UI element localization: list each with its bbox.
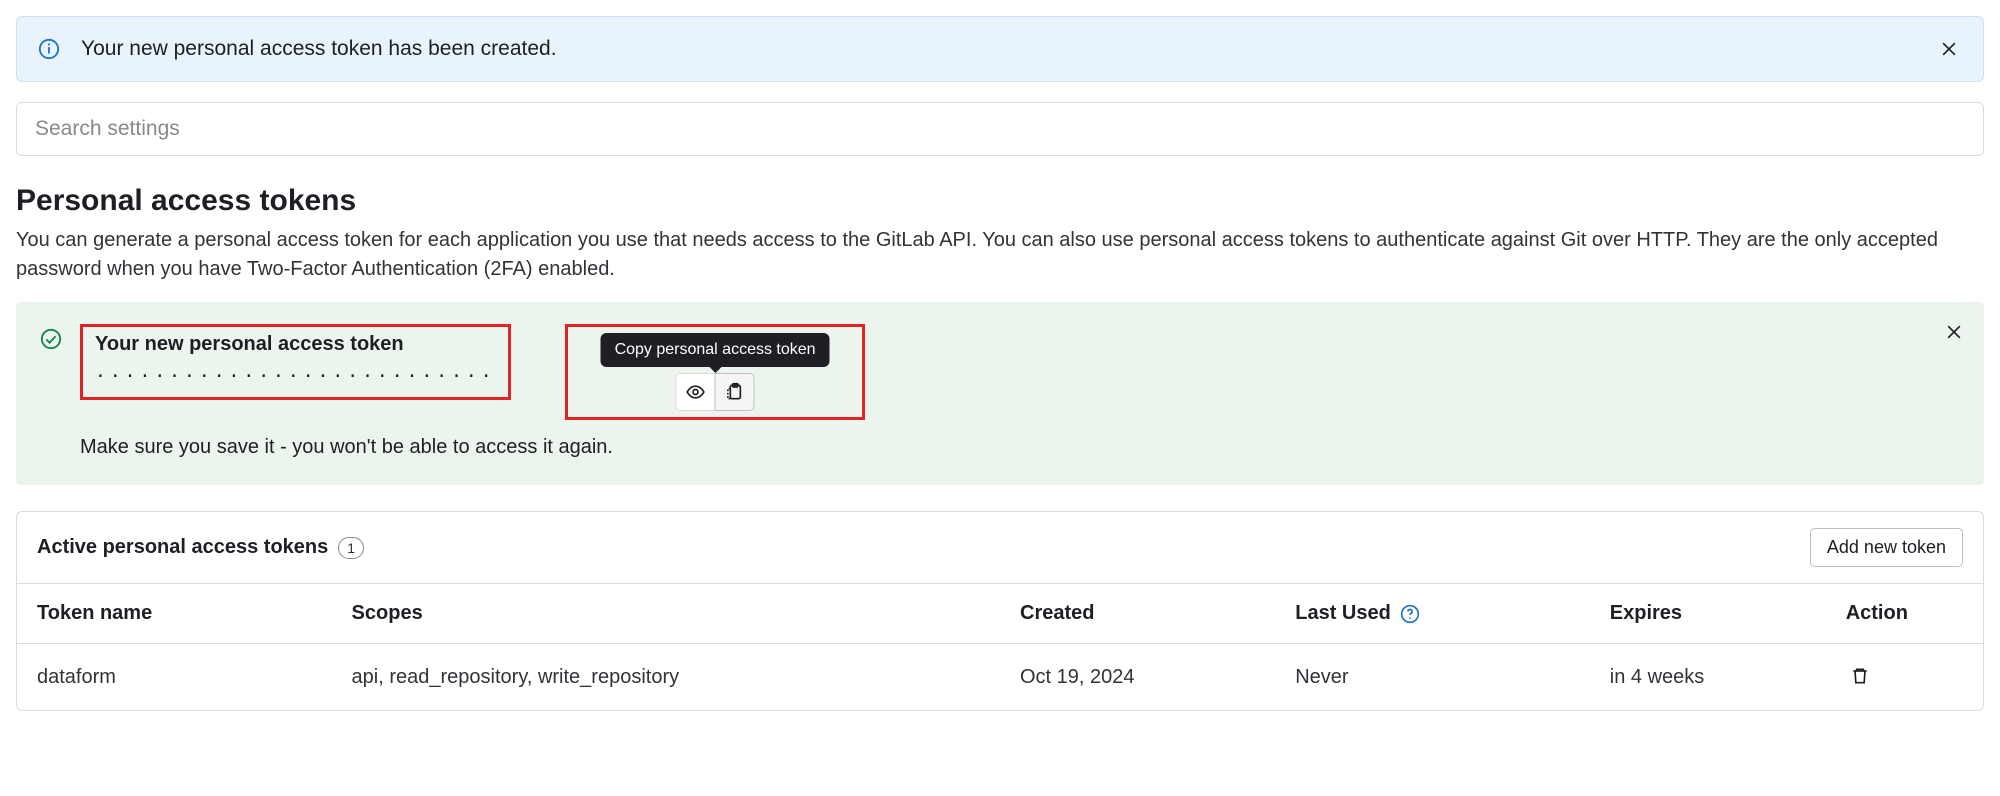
info-banner-close-button[interactable] — [1935, 35, 1963, 63]
copy-token-button[interactable] — [715, 373, 755, 411]
reveal-token-button[interactable] — [676, 373, 716, 411]
page-description: You can generate a personal access token… — [16, 226, 1984, 284]
copy-token-tooltip: Copy personal access token — [601, 333, 830, 367]
info-icon — [37, 37, 61, 61]
tokens-table: Token name Scopes Created Last Used Expi… — [17, 584, 1983, 710]
info-banner-message: Your new personal access token has been … — [81, 37, 1935, 61]
col-last-used: Last Used — [1275, 584, 1590, 644]
col-last-used-label: Last Used — [1295, 602, 1391, 624]
new-token-warning: Make sure you save it - you won't be abl… — [80, 436, 1960, 459]
cell-scopes: api, read_repository, write_repository — [332, 644, 1000, 711]
tokens-card: Active personal access tokens 1 Add new … — [16, 511, 1984, 711]
page-title: Personal access tokens — [16, 184, 1984, 218]
close-icon — [1939, 39, 1959, 59]
trash-icon — [1850, 666, 1870, 686]
new-token-highlight-box: Your new personal access token ·········… — [80, 324, 511, 400]
close-icon — [1944, 322, 1964, 342]
tokens-section-title: Active personal access tokens — [37, 536, 328, 559]
cell-last-used: Never — [1275, 644, 1590, 711]
add-new-token-button[interactable]: Add new token — [1810, 528, 1963, 567]
search-settings-input[interactable] — [16, 102, 1984, 156]
col-scopes: Scopes — [332, 584, 1000, 644]
tokens-count-badge: 1 — [338, 537, 364, 559]
cell-token-name: dataform — [17, 644, 332, 711]
success-check-icon — [40, 328, 62, 350]
help-icon[interactable] — [1400, 604, 1420, 624]
table-row: dataform api, read_repository, write_rep… — [17, 644, 1983, 711]
new-token-close-button[interactable] — [1940, 318, 1968, 346]
new-token-panel: Your new personal access token ·········… — [16, 302, 1984, 485]
cell-action — [1826, 644, 1983, 711]
col-action: Action — [1826, 584, 1983, 644]
col-created: Created — [1000, 584, 1275, 644]
clipboard-icon — [725, 382, 745, 402]
token-controls-highlight-box: Copy personal access token — [565, 324, 865, 420]
eye-icon — [686, 382, 706, 402]
new-token-heading: Your new personal access token — [95, 333, 496, 356]
col-token-name: Token name — [17, 584, 332, 644]
info-banner: Your new personal access token has been … — [16, 16, 1984, 82]
col-expires: Expires — [1590, 584, 1826, 644]
tokens-header: Active personal access tokens 1 Add new … — [17, 512, 1983, 584]
delete-token-button[interactable] — [1846, 662, 1874, 690]
new-token-masked-value: ··························· — [95, 366, 496, 387]
cell-created: Oct 19, 2024 — [1000, 644, 1275, 711]
cell-expires: in 4 weeks — [1590, 644, 1826, 711]
